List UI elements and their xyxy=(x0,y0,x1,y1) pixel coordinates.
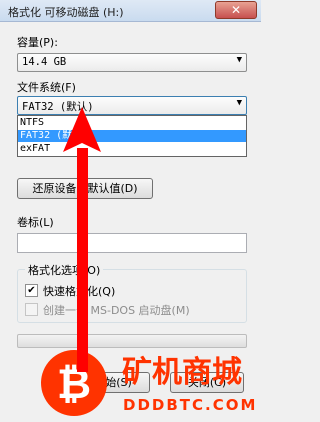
window-title: 格式化 可移动磁盘 (H:) xyxy=(8,6,124,19)
start-button[interactable]: 开始(S) xyxy=(76,372,150,393)
filesystem-value: FAT32 (默认) xyxy=(22,101,94,113)
format-options-title: 格式化选项(O) xyxy=(25,262,104,278)
dropdown-option-exfat[interactable]: exFAT xyxy=(18,143,246,155)
volume-label-label: 卷标(L) xyxy=(17,216,54,229)
filesystem-dropdown: NTFS FAT32 (默认) exFAT xyxy=(17,115,247,157)
window-close-button[interactable]: ✕ xyxy=(215,1,257,19)
dropdown-option-fat32[interactable]: FAT32 (默认) xyxy=(18,130,246,142)
quick-format-label: 快速格式化(Q) xyxy=(43,285,116,298)
filesystem-label: 文件系统(F) xyxy=(17,81,76,94)
format-progress-bar xyxy=(17,334,247,348)
filesystem-select[interactable]: FAT32 (默认) ▼ xyxy=(17,96,247,115)
capacity-select[interactable]: 14.4 GB ▼ xyxy=(17,53,247,72)
msdos-boot-label: 创建一个 MS-DOS 启动盘(M) xyxy=(43,304,190,317)
title-bar: 格式化 可移动磁盘 (H:) ✕ xyxy=(0,0,261,22)
msdos-boot-checkbox xyxy=(25,303,38,316)
dropdown-option-ntfs[interactable]: NTFS xyxy=(18,117,246,129)
capacity-label: 容量(P): xyxy=(17,36,58,49)
volume-label-input[interactable] xyxy=(17,233,247,253)
chevron-down-icon: ▼ xyxy=(236,55,242,65)
chevron-down-icon: ▼ xyxy=(236,98,242,108)
quick-format-checkbox[interactable]: ✔ xyxy=(25,284,38,297)
restore-defaults-button[interactable]: 还原设备的默认值(D) xyxy=(17,178,153,199)
capacity-value: 14.4 GB xyxy=(22,56,67,68)
watermark-sub-text: DDDBTC.COM xyxy=(123,396,257,414)
close-button[interactable]: 关闭(C) xyxy=(170,372,244,393)
